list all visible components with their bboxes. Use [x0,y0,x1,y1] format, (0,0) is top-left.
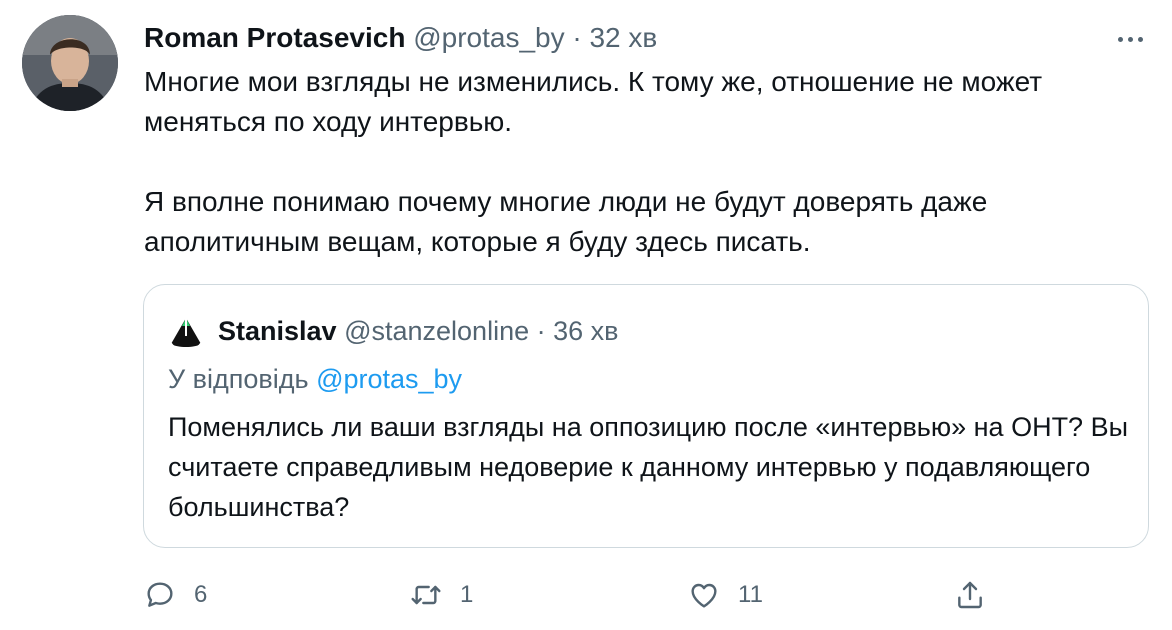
author-handle[interactable]: @protas_by [413,22,564,53]
quoted-reply-context: У відповідь @protas_by [168,361,462,397]
author-avatar[interactable] [22,15,118,111]
quoted-tweet-card[interactable]: Stanislav @stanzelonline · 36 хв У відпо… [143,284,1149,548]
like-count: 11 [738,581,763,608]
like-icon [691,583,717,608]
tweet-text: Многие мои взгляды не изменились. К тому… [144,66,1043,257]
quoted-avatar-image [168,314,204,350]
quoted-author-handle: @stanzelonline [344,316,530,346]
more-icon [1117,36,1143,42]
tweet-header: Roman Protasevich @protas_by · 32 хв [144,20,657,56]
retweet-button[interactable]: 1 [410,573,473,617]
quoted-header: Stanislav @stanzelonline · 36 хв [218,313,619,349]
tweet-actions: 6 1 11 [144,573,1149,617]
more-options-button[interactable] [1110,30,1150,48]
share-button[interactable] [954,573,986,617]
tweet-timestamp[interactable]: 32 хв [589,22,657,53]
quoted-text: Поменялись ли ваши взгляды на оппозицию … [168,412,1128,522]
reply-prefix: У відповідь [168,364,309,394]
reply-count: 6 [194,581,208,608]
reply-button[interactable]: 6 [144,573,207,617]
quoted-timestamp: 36 хв [553,316,619,346]
share-icon [958,581,982,609]
header-separator: · [572,22,582,53]
reply-icon [147,582,173,607]
quoted-author-avatar [168,314,204,350]
author-name[interactable]: Roman Protasevich [144,22,405,53]
author-avatar-image [22,15,118,111]
quoted-author-name: Stanislav [218,316,337,346]
quoted-separator: · [536,316,546,346]
retweet-icon [411,585,441,605]
like-button[interactable]: 11 [688,573,763,617]
retweet-count: 1 [460,581,474,608]
reply-to-handle-link[interactable]: @protas_by [316,364,462,394]
